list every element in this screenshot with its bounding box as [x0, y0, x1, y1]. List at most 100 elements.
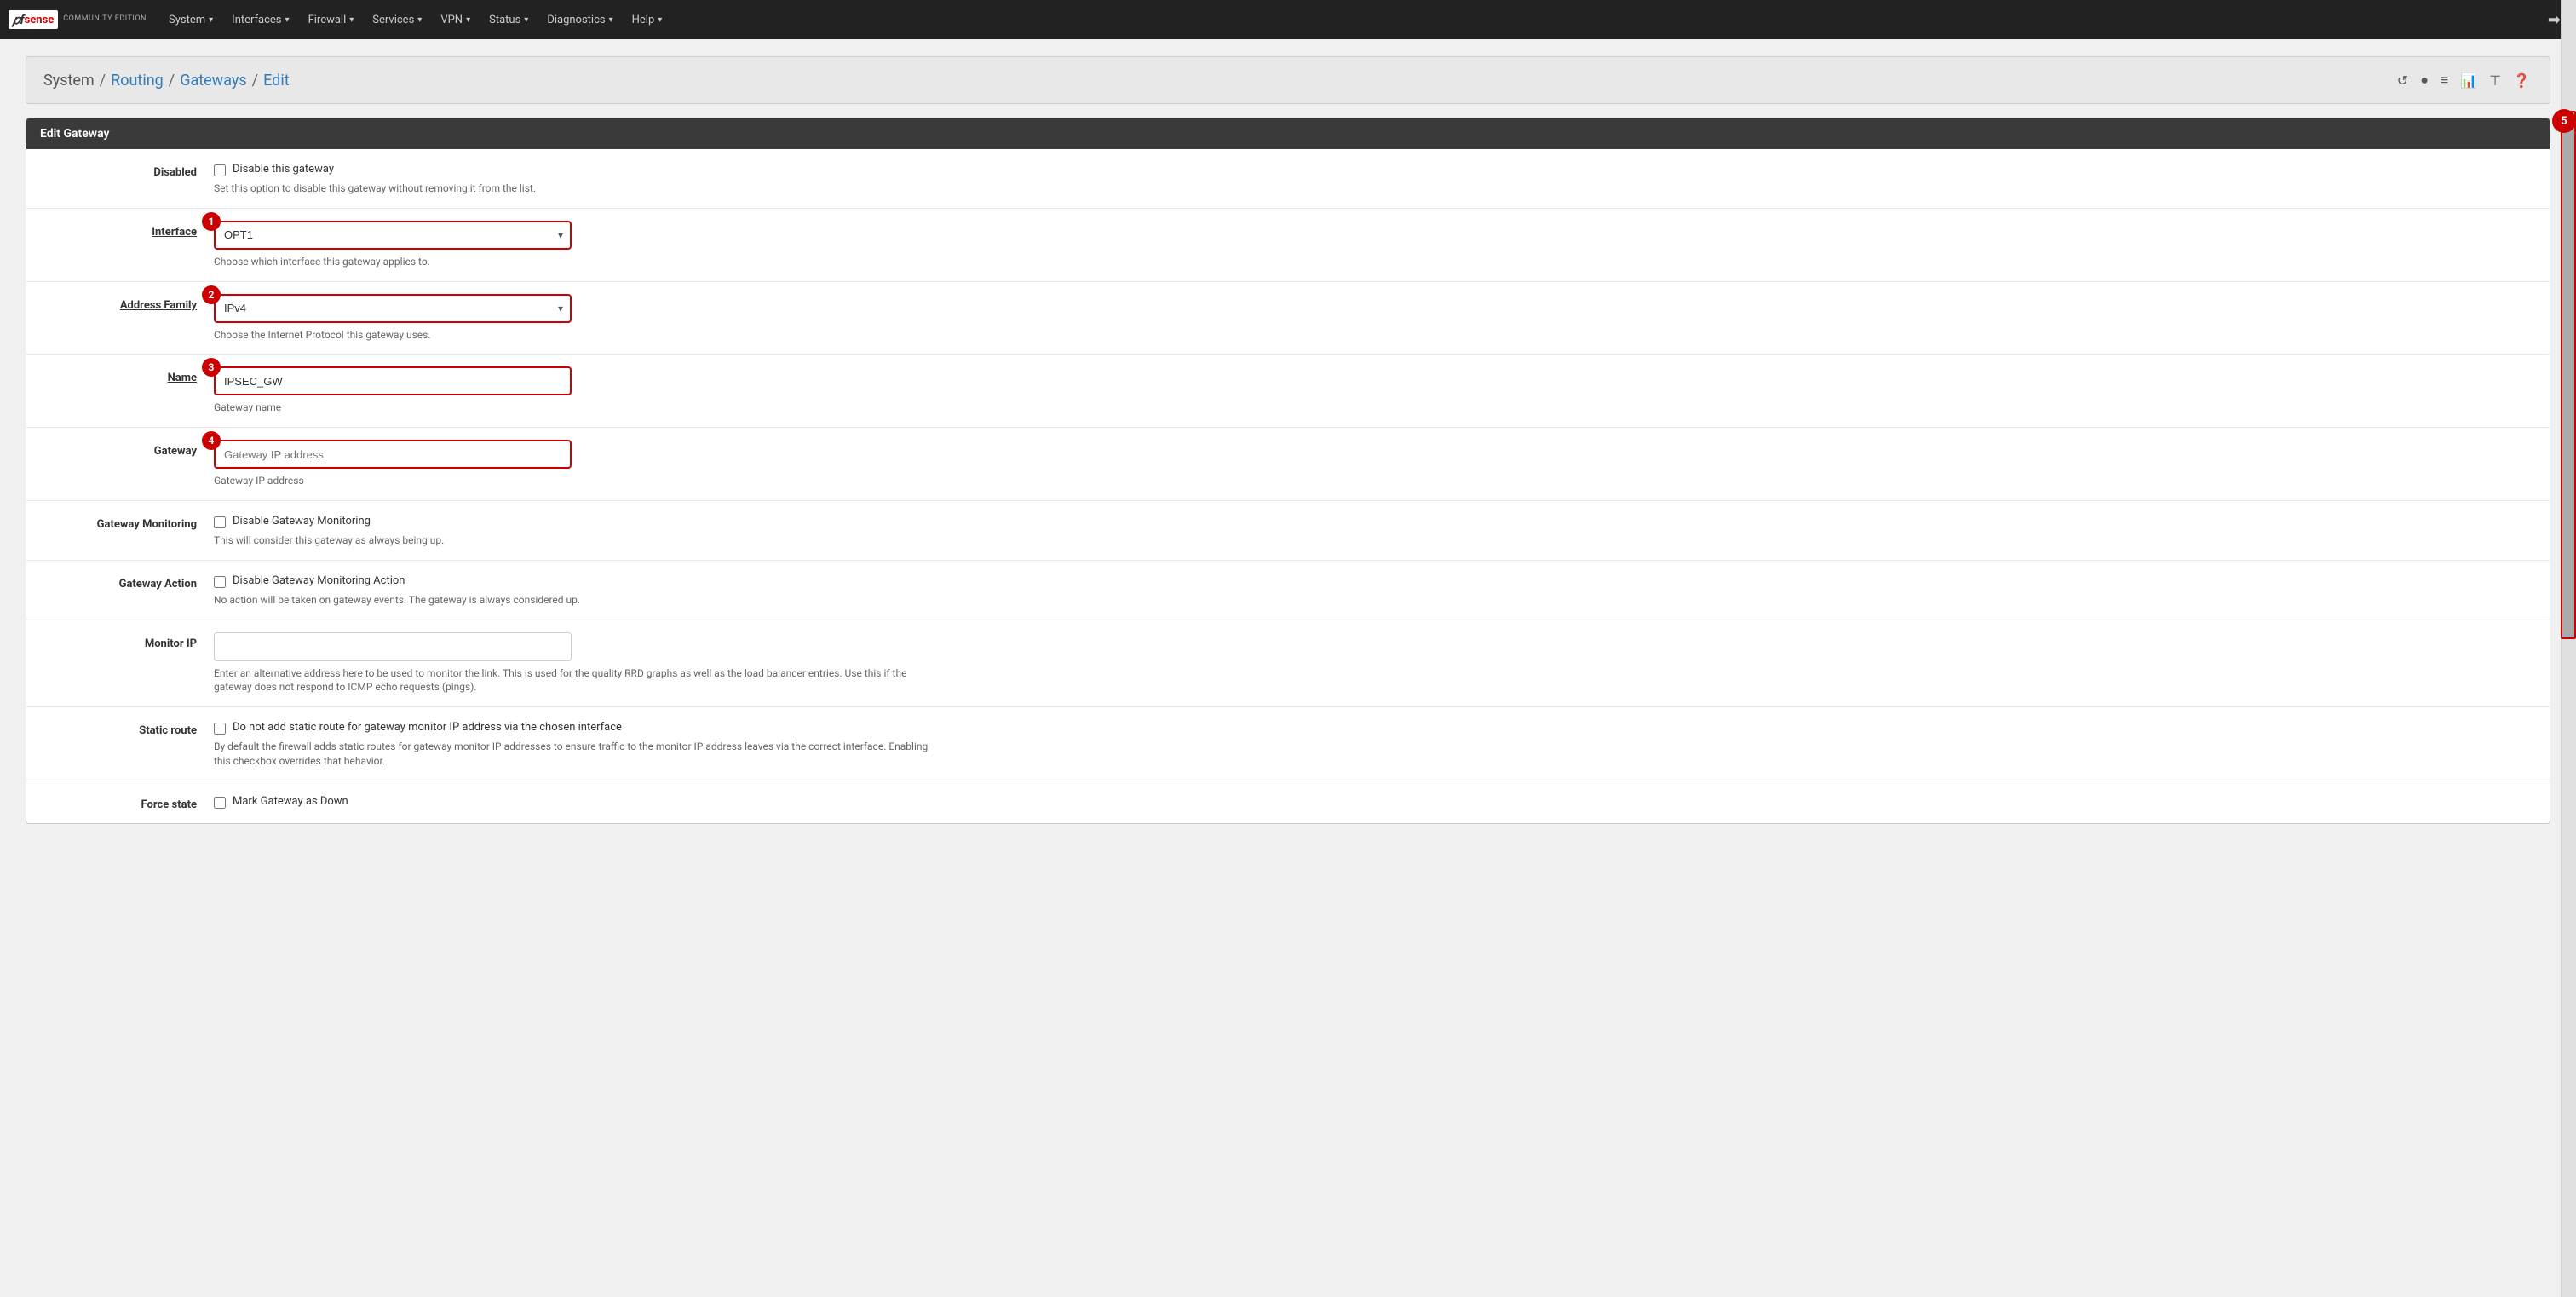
- force-state-control: Mark Gateway as Down: [214, 793, 2550, 809]
- name-desc: Gateway name: [214, 401, 2533, 415]
- gateway-control: 4 Gateway IP address: [214, 440, 2550, 488]
- force-state-checkbox[interactable]: [214, 797, 226, 809]
- gateway-input[interactable]: [214, 440, 572, 469]
- navbar: 𝑝fsense COMMUNITY EDITION System ▾ Inter…: [0, 0, 2576, 39]
- breadcrumb: System / Routing / Gateways / Edit: [43, 72, 290, 89]
- interface-row: Interface 1 OPT1 WAN LAN ▾ Ch: [26, 209, 2550, 282]
- breadcrumb-sep-1: /: [100, 72, 106, 89]
- chart-icon[interactable]: 📊: [2458, 70, 2480, 91]
- gateway-monitoring-checkbox[interactable]: [214, 516, 226, 528]
- gateway-action-desc: No action will be taken on gateway event…: [214, 593, 2533, 608]
- gateway-placeholder-label: Gateway IP address: [214, 474, 2533, 488]
- breadcrumb-routing[interactable]: Routing: [111, 72, 164, 89]
- gateway-monitoring-checkbox-wrap: Disable Gateway Monitoring: [214, 515, 2533, 528]
- scrollbar-track: 5: [2561, 0, 2576, 1297]
- name-field-badge: 3: [214, 366, 2533, 395]
- chevron-down-icon: ▾: [209, 15, 213, 25]
- monitor-ip-desc: Enter an alternative address here to be …: [214, 666, 946, 695]
- breadcrumb-gateways[interactable]: Gateways: [180, 72, 246, 89]
- brand-logo: 𝑝fsense: [9, 10, 58, 29]
- help-icon[interactable]: ❓: [2510, 70, 2533, 91]
- address-family-desc: Choose the Internet Protocol this gatewa…: [214, 328, 2533, 343]
- gateway-row: Gateway 4 Gateway IP address: [26, 428, 2550, 501]
- step-5-badge: 5: [2552, 109, 2576, 133]
- breadcrumb-bar: System / Routing / Gateways / Edit ↺ ● ≡…: [26, 56, 2550, 104]
- static-route-desc: By default the firewall adds static rout…: [214, 740, 946, 769]
- disabled-checkbox-wrap: Disable this gateway: [214, 163, 2533, 176]
- gateway-monitoring-control: Disable Gateway Monitoring This will con…: [214, 513, 2550, 548]
- address-family-label: Address Family: [26, 294, 214, 312]
- brand: 𝑝fsense COMMUNITY EDITION: [9, 10, 147, 29]
- interface-desc: Choose which interface this gateway appl…: [214, 255, 2533, 269]
- gateway-label: Gateway: [26, 440, 214, 458]
- disabled-control: Disable this gateway Set this option to …: [214, 161, 2550, 196]
- address-family-select[interactable]: IPv4 IPv6: [214, 294, 572, 323]
- disabled-label: Disabled: [26, 161, 214, 179]
- gateway-monitoring-label: Gateway Monitoring: [26, 513, 214, 531]
- name-input[interactable]: [214, 366, 572, 395]
- interface-select[interactable]: OPT1 WAN LAN: [214, 221, 572, 250]
- address-family-row: Address Family 2 IPv4 IPv6 ▾ Choose the …: [26, 282, 2550, 355]
- gateway-monitoring-checkbox-label: Disable Gateway Monitoring: [233, 515, 371, 527]
- force-state-row: Force state Mark Gateway as Down: [26, 781, 2550, 823]
- nav-system[interactable]: System ▾: [160, 9, 221, 32]
- disabled-row: Disabled Disable this gateway Set this o…: [26, 149, 2550, 209]
- interface-label: Interface: [26, 221, 214, 239]
- breadcrumb-sep-3: /: [252, 72, 258, 89]
- static-route-label: Static route: [26, 719, 214, 737]
- nav-services[interactable]: Services ▾: [364, 9, 430, 32]
- disabled-desc: Set this option to disable this gateway …: [214, 182, 2533, 196]
- static-route-checkbox-wrap: Do not add static route for gateway moni…: [214, 721, 2533, 735]
- address-family-control: 2 IPv4 IPv6 ▾ Choose the Internet Protoc…: [214, 294, 2550, 343]
- nav-status[interactable]: Status ▾: [480, 9, 537, 32]
- brand-edition: COMMUNITY EDITION: [63, 15, 147, 24]
- interface-select-wrap: OPT1 WAN LAN ▾: [214, 221, 572, 250]
- force-state-label: Force state: [26, 793, 214, 811]
- static-route-checkbox[interactable]: [214, 723, 226, 735]
- force-state-checkbox-wrap: Mark Gateway as Down: [214, 795, 2533, 809]
- breadcrumb-icons: ↺ ● ≡ 📊 ⊤ ❓: [2395, 69, 2533, 91]
- breadcrumb-edit: Edit: [263, 72, 289, 89]
- table-icon[interactable]: ⊤: [2487, 70, 2504, 91]
- nav-interfaces[interactable]: Interfaces ▾: [223, 9, 297, 32]
- name-label: Name: [26, 366, 214, 384]
- chevron-down-icon: ▾: [285, 15, 290, 25]
- panel-body: Disabled Disable this gateway Set this o…: [26, 149, 2550, 823]
- monitor-ip-input[interactable]: [214, 632, 572, 661]
- monitor-ip-label: Monitor IP: [26, 632, 214, 650]
- address-family-select-wrap: IPv4 IPv6 ▾: [214, 294, 572, 323]
- edit-gateway-panel: Edit Gateway Disabled Disable this gatew…: [26, 118, 2550, 824]
- chevron-down-icon: ▾: [466, 15, 470, 25]
- address-family-field-badge: 2 IPv4 IPv6 ▾: [214, 294, 2533, 323]
- nav-diagnostics[interactable]: Diagnostics ▾: [538, 9, 621, 32]
- interface-control: 1 OPT1 WAN LAN ▾ Choose which interface …: [214, 221, 2550, 269]
- list-icon[interactable]: ≡: [2438, 69, 2451, 91]
- chevron-down-icon: ▾: [349, 15, 354, 25]
- step-2-badge: 2: [202, 285, 221, 304]
- gateway-monitoring-row: Gateway Monitoring Disable Gateway Monit…: [26, 501, 2550, 561]
- brand-logo-text: 𝑝f: [13, 12, 25, 27]
- gateway-action-row: Gateway Action Disable Gateway Monitorin…: [26, 561, 2550, 620]
- interface-field-badge: 1 OPT1 WAN LAN ▾: [214, 221, 2533, 250]
- chevron-down-icon: ▾: [417, 15, 422, 25]
- nav-help[interactable]: Help ▾: [624, 9, 671, 32]
- nav-firewall[interactable]: Firewall ▾: [300, 9, 363, 32]
- breadcrumb-system: System: [43, 72, 95, 89]
- force-state-checkbox-label: Mark Gateway as Down: [233, 795, 348, 808]
- gateway-action-control: Disable Gateway Monitoring Action No act…: [214, 573, 2550, 608]
- chevron-down-icon: ▾: [524, 15, 528, 25]
- refresh-icon[interactable]: ↺: [2395, 70, 2411, 91]
- static-route-row: Static route Do not add static route for…: [26, 707, 2550, 781]
- name-control: 3 Gateway name: [214, 366, 2550, 415]
- scrollbar-thumb[interactable]: [2561, 111, 2576, 639]
- gateway-action-label: Gateway Action: [26, 573, 214, 591]
- gateway-action-checkbox[interactable]: [214, 576, 226, 588]
- name-row: Name 3 Gateway name: [26, 355, 2550, 428]
- monitor-ip-row: Monitor IP Enter an alternative address …: [26, 620, 2550, 708]
- chevron-down-icon: ▾: [658, 15, 662, 25]
- stop-icon[interactable]: ●: [2418, 69, 2431, 91]
- disabled-checkbox[interactable]: [214, 164, 226, 176]
- chevron-down-icon: ▾: [609, 15, 613, 25]
- nav-vpn[interactable]: VPN ▾: [432, 9, 479, 32]
- gateway-action-checkbox-wrap: Disable Gateway Monitoring Action: [214, 574, 2533, 588]
